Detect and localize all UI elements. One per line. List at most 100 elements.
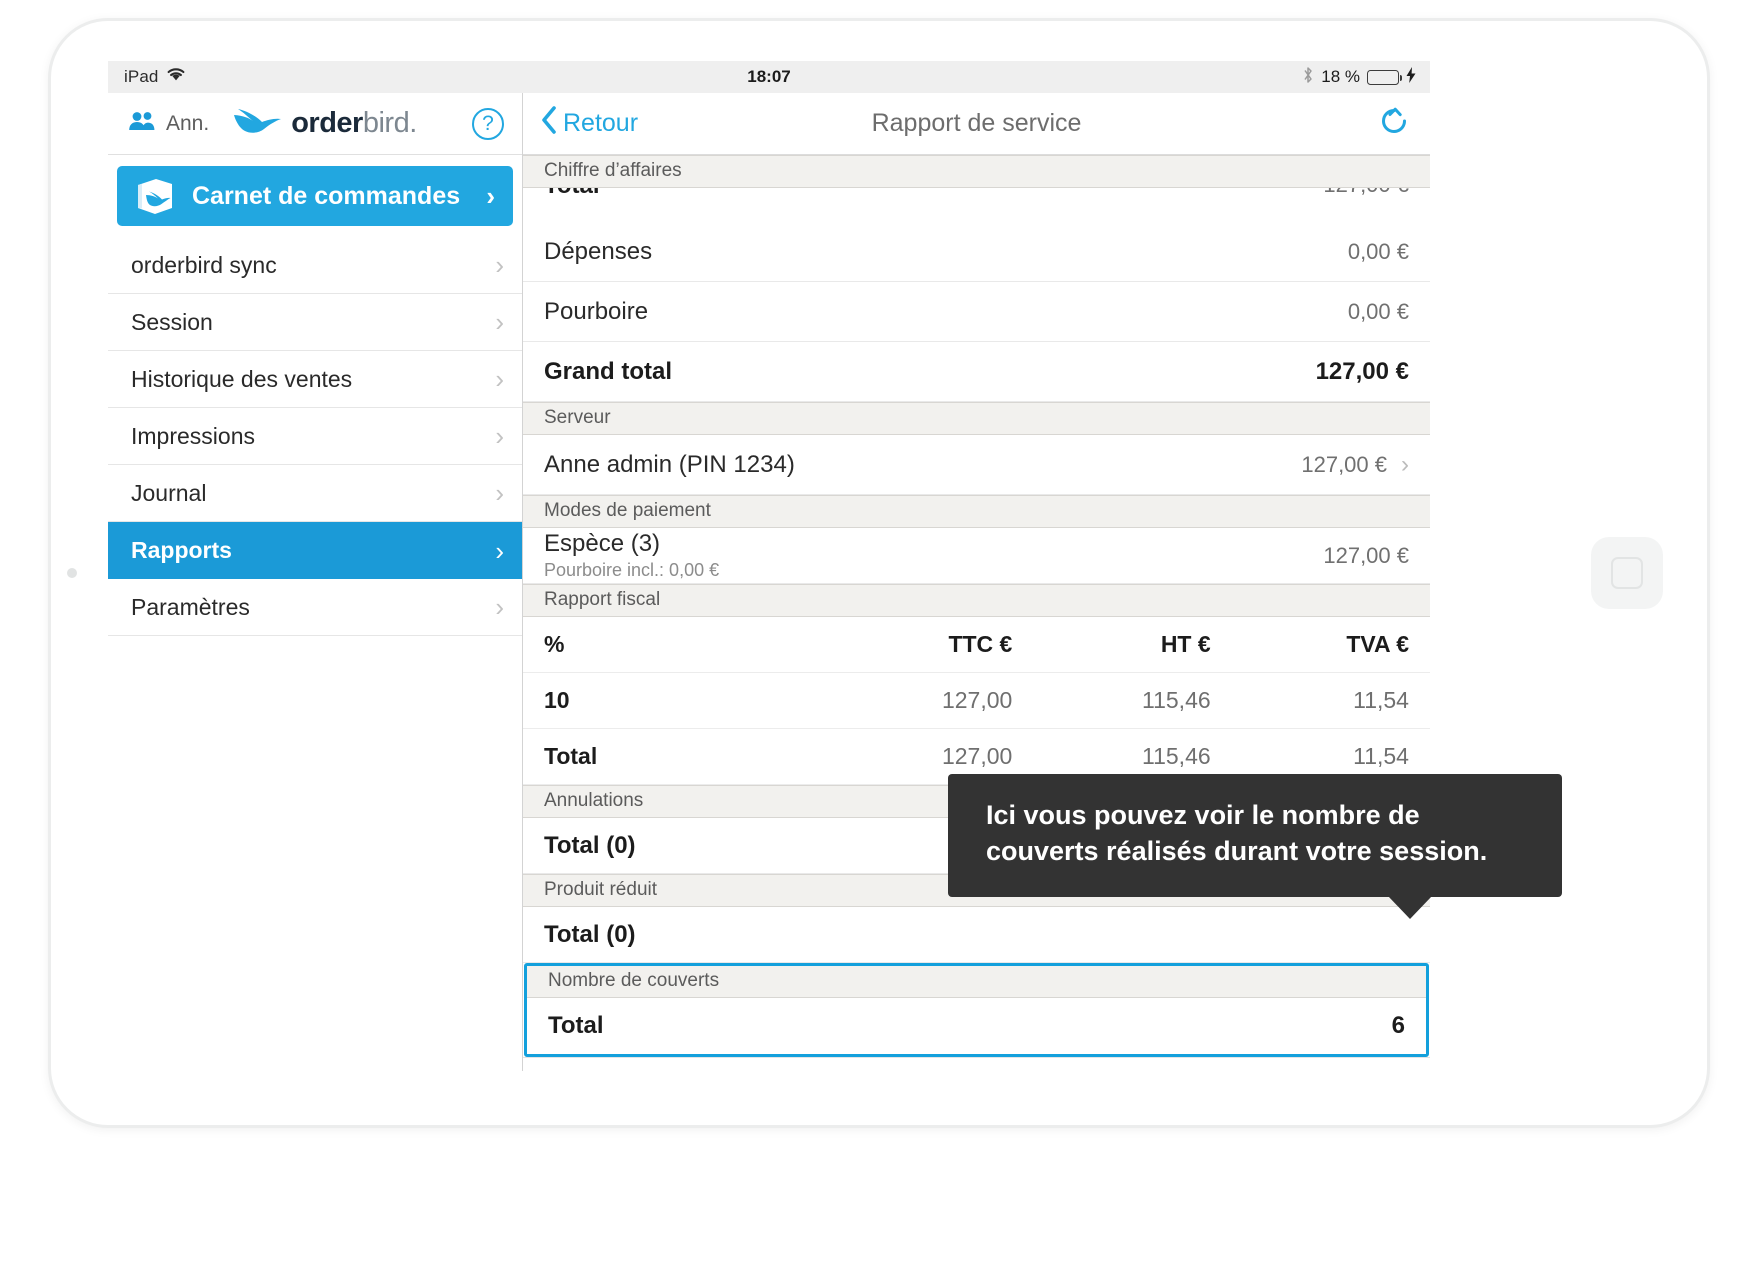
sidebar-item-label: Session	[131, 308, 213, 335]
row-value: 127,00 €	[1301, 451, 1387, 477]
section-header-covers: Nombre de couverts	[527, 966, 1426, 998]
row-value: 6	[1391, 1012, 1405, 1039]
back-button-label: Retour	[563, 109, 639, 137]
tax-cell-percent: 10	[544, 687, 570, 713]
report-list[interactable]: Chiffre d’affaires Total 127,00 € Dépens…	[523, 155, 1430, 1071]
sidebar-item-historique-des-ventes[interactable]: Historique des ventes ›	[108, 351, 522, 408]
sidebar-item-label: Carnet de commandes	[192, 181, 461, 210]
tax-cell-tva: 11,54	[1353, 743, 1409, 769]
sidebar-menu: Carnet de commandes › orderbird sync › S…	[108, 155, 522, 636]
device-name-label: iPad	[124, 67, 159, 86]
navigation-bar: Retour Rapport de service	[523, 93, 1430, 155]
tax-col-tva: TVA €	[1346, 631, 1409, 657]
chevron-right-icon: ›	[495, 364, 504, 394]
sidebar: Ann. orderbird. ? Carnet de commandes › …	[108, 93, 523, 1071]
chevron-right-icon: ›	[495, 478, 504, 508]
page-title: Rapport de service	[871, 109, 1082, 137]
row-value: 127,00 €	[1315, 357, 1409, 385]
sidebar-item-impressions[interactable]: Impressions ›	[108, 408, 522, 465]
sidebar-item-label: orderbird sync	[131, 251, 277, 278]
chevron-right-icon: ›	[495, 250, 504, 280]
chevron-right-icon: ›	[1401, 450, 1409, 478]
table-row[interactable]: Dépenses 0,00 €	[523, 222, 1430, 282]
row-label: Total (0)	[544, 920, 636, 948]
bluetooth-icon	[1302, 66, 1314, 89]
tax-cell-percent: Total	[544, 743, 598, 769]
chevron-right-icon: ›	[495, 421, 504, 451]
status-bar-right: 18 %	[1302, 66, 1416, 89]
refresh-icon	[1378, 105, 1410, 142]
order-book-icon	[134, 175, 176, 217]
table-row[interactable]: Pourboire 0,00 €	[523, 282, 1430, 342]
row-sublabel: Pourboire incl.: 0,00 €	[544, 560, 720, 580]
sidebar-item-parametres[interactable]: Paramètres ›	[108, 579, 522, 636]
section-header-server: Serveur	[523, 402, 1430, 435]
tax-cell-tva: 11,54	[1353, 687, 1409, 713]
battery-percent-label: 18 %	[1321, 67, 1360, 86]
row-value: 0,00 €	[1347, 238, 1409, 264]
row-value: 127,00 €	[1323, 542, 1409, 568]
row-label: Grand total	[544, 357, 673, 385]
refresh-button[interactable]	[1378, 105, 1410, 142]
chevron-left-icon	[541, 106, 557, 141]
tax-col-ttc: TTC €	[948, 631, 1013, 657]
sidebar-item-journal[interactable]: Journal ›	[108, 465, 522, 522]
status-bar-clock: 18:07	[747, 67, 791, 86]
tooltip-text: Ici vous pouvez voir le nombre de couver…	[986, 800, 1488, 866]
home-button-glyph	[1611, 557, 1643, 589]
table-row[interactable]: Grand total 127,00 €	[523, 342, 1430, 402]
table-row[interactable]: Total 127,00 €	[523, 188, 1430, 222]
table-row-covers[interactable]: Total 6	[527, 998, 1426, 1054]
tax-cell-ttc: 127,00	[941, 687, 1013, 713]
battery-icon	[1367, 69, 1402, 85]
tooltip-arrow	[1388, 896, 1432, 920]
sidebar-item-label: Paramètres	[131, 593, 250, 620]
row-label: Total	[548, 1012, 604, 1039]
row-value: 127,00 €	[1323, 188, 1409, 198]
sidebar-item-orderbird-sync[interactable]: orderbird sync ›	[108, 237, 522, 294]
row-label: Anne admin (PIN 1234)	[544, 450, 795, 478]
row-label: Dépenses	[544, 237, 653, 265]
sidebar-item-carnet-de-commandes[interactable]: Carnet de commandes ›	[117, 166, 513, 226]
camera-dot	[67, 568, 77, 578]
ipad-device-frame: iPad 18:07 18 % Ann. orderbird. ? Carnet…	[48, 18, 1710, 1128]
row-value: 0,00 €	[1347, 298, 1409, 324]
help-button[interactable]: ?	[472, 107, 504, 140]
table-row-payment[interactable]: Espèce (3) Pourboire incl.: 0,00 € 127,0…	[523, 528, 1430, 584]
section-header-revenue: Chiffre d’affaires	[523, 155, 1430, 188]
ipad-screen: iPad 18:07 18 % Ann. orderbird. ? Carnet…	[108, 61, 1430, 1071]
tax-col-ht: HT €	[1160, 631, 1211, 657]
chevron-right-icon: ›	[495, 592, 504, 622]
sidebar-item-label: Journal	[131, 479, 207, 506]
tax-table-header: % TTC € HT € TVA €	[523, 617, 1430, 673]
row-text-stack: Espèce (3) Pourboire incl.: 0,00 €	[544, 530, 719, 581]
sidebar-item-rapports[interactable]: Rapports ›	[108, 522, 522, 579]
row-label: Total (0)	[544, 831, 636, 859]
covers-section-highlight: Nombre de couverts Total 6	[524, 963, 1429, 1057]
status-bar-left: iPad	[124, 67, 186, 87]
sidebar-item-session[interactable]: Session ›	[108, 294, 522, 351]
tax-cell-ht: 115,46	[1142, 743, 1211, 769]
screen-body: Ann. orderbird. ? Carnet de commandes › …	[108, 93, 1430, 1071]
sidebar-header: Ann. orderbird. ?	[108, 93, 522, 155]
detail-pane: Retour Rapport de service Chiffre d’affa…	[523, 93, 1430, 1071]
tax-cell-ttc: 127,00	[941, 743, 1013, 769]
brand-name: orderbird.	[291, 107, 417, 140]
tax-col-percent: %	[544, 631, 565, 657]
account-label: Ann.	[166, 111, 210, 135]
tax-table-row: 10 127,00 115,46 11,54	[523, 673, 1430, 729]
print-row[interactable]: Imprimer	[523, 1057, 1430, 1071]
status-bar: iPad 18:07 18 %	[108, 61, 1430, 93]
back-button[interactable]: Retour	[541, 106, 638, 141]
chevron-right-icon: ›	[495, 535, 504, 566]
home-button[interactable]	[1591, 537, 1663, 609]
chevron-right-icon: ›	[495, 307, 504, 337]
brand-name-light: bird.	[362, 107, 417, 139]
brand-name-bold: order	[291, 107, 363, 139]
table-row[interactable]: Total (0)	[523, 907, 1430, 963]
sidebar-item-label: Rapports	[131, 537, 232, 563]
orderbird-bird-icon	[231, 106, 283, 141]
wifi-icon	[166, 67, 186, 87]
table-row-server[interactable]: Anne admin (PIN 1234) 127,00 € ›	[523, 435, 1430, 495]
account-chip[interactable]: Ann.	[128, 110, 209, 137]
